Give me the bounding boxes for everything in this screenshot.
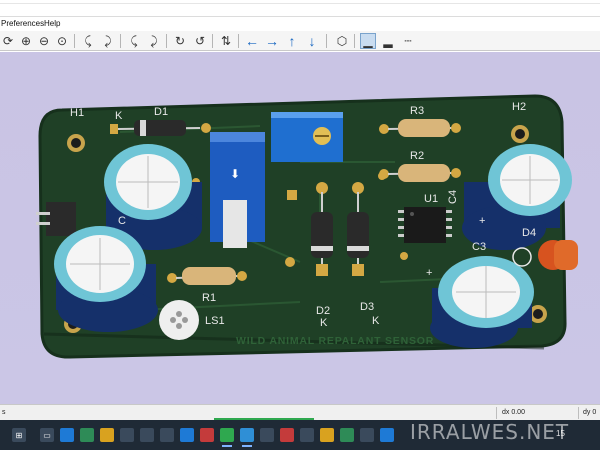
status-dy: dy 0 bbox=[583, 409, 597, 416]
label-d1: D1 bbox=[154, 106, 168, 118]
toolbar-separator bbox=[120, 34, 121, 48]
zoom-out-icon[interactable]: ⊖ bbox=[36, 33, 52, 49]
view-flat-icon[interactable]: ▂ bbox=[380, 33, 396, 49]
menu-bar: Preferences Help bbox=[0, 17, 600, 31]
pan-left-icon[interactable]: ← bbox=[244, 33, 260, 49]
app-icon[interactable] bbox=[260, 428, 274, 442]
rotate-y-cw-icon[interactable]: ⤹ bbox=[126, 33, 142, 49]
toolbar-separator bbox=[166, 34, 167, 48]
label-r3: R3 bbox=[410, 105, 424, 117]
ic-u1 bbox=[398, 207, 452, 243]
label-k-d2: K bbox=[320, 317, 328, 329]
buzzer-ls1 bbox=[159, 300, 199, 340]
potentiometer bbox=[271, 112, 343, 162]
label-d3: D3 bbox=[360, 301, 374, 313]
app-icon[interactable] bbox=[80, 428, 94, 442]
status-bar: s dx 0.00 dy 0 bbox=[0, 404, 600, 421]
kicad-taskbar-icon[interactable] bbox=[220, 428, 234, 447]
status-divider bbox=[496, 407, 497, 419]
3d-viewport[interactable]: ⬇ H1 H2 K D1 R3 R2 U1 C4 C3 D4 C R1 LS1 … bbox=[0, 52, 600, 404]
board-silkscreen-title: WILD ANIMAL REPALANT SENSOR bbox=[236, 335, 434, 347]
status-divider bbox=[578, 407, 579, 419]
app-icon[interactable] bbox=[120, 428, 134, 442]
kicad-3d-viewer-window: Preferences Help ⟳ ⊕ ⊖ ⊙ ⤹ ⤸ ⤹ ⤸ ↻ ↺ ⇅ ←… bbox=[0, 0, 600, 450]
refresh-icon[interactable]: ⟳ bbox=[0, 33, 16, 49]
rotate-x-ccw-icon[interactable]: ⤸ bbox=[100, 33, 116, 49]
rotate-z-cw-icon[interactable]: ↻ bbox=[172, 33, 188, 49]
menu-help[interactable]: Help bbox=[44, 19, 60, 28]
label-plus-c4: + bbox=[479, 215, 485, 227]
label-c-left: C bbox=[118, 215, 126, 227]
kicad-taskbar-icon[interactable] bbox=[240, 428, 254, 447]
label-c4: C4 bbox=[447, 190, 459, 204]
toolbar-separator bbox=[354, 34, 355, 48]
toolbar-separator bbox=[326, 34, 327, 48]
app-icon[interactable] bbox=[320, 428, 334, 442]
pcb-3d-render: ⬇ H1 H2 K D1 R3 R2 U1 C4 C3 D4 C R1 LS1 … bbox=[36, 94, 578, 359]
top-rule bbox=[0, 3, 600, 4]
status-left: s bbox=[2, 409, 6, 416]
label-h1: H1 bbox=[70, 107, 84, 119]
app-icon[interactable] bbox=[360, 428, 374, 442]
pan-up-icon[interactable]: ↑ bbox=[284, 33, 300, 49]
pan-down-icon[interactable]: ↓ bbox=[304, 33, 320, 49]
zoom-in-icon[interactable]: ⊕ bbox=[18, 33, 34, 49]
rotate-x-cw-icon[interactable]: ⤹ bbox=[80, 33, 96, 49]
label-d2: D2 bbox=[316, 305, 330, 317]
orthographic-icon[interactable]: ⬡ bbox=[334, 33, 350, 49]
view-realistic-icon[interactable]: ▁ bbox=[360, 33, 376, 49]
task-view-icon[interactable]: ▭ bbox=[40, 428, 54, 442]
pan-right-icon[interactable]: → bbox=[264, 33, 280, 49]
label-r2: R2 bbox=[410, 150, 424, 162]
label-d4: D4 bbox=[522, 227, 536, 239]
label-u1: U1 bbox=[424, 193, 438, 205]
status-dx: dx 0.00 bbox=[502, 409, 525, 416]
label-c3: C3 bbox=[472, 241, 486, 253]
toolbar-separator bbox=[238, 34, 239, 48]
app-icon[interactable] bbox=[300, 428, 314, 442]
toolbar-separator bbox=[212, 34, 213, 48]
window-top-strip bbox=[0, 0, 600, 17]
zoom-fit-icon[interactable]: ⊙ bbox=[54, 33, 70, 49]
app-icon[interactable] bbox=[200, 428, 214, 442]
flip-board-icon[interactable]: ⇅ bbox=[218, 33, 234, 49]
label-r1: R1 bbox=[202, 292, 216, 304]
main-toolbar: ⟳ ⊕ ⊖ ⊙ ⤹ ⤸ ⤹ ⤸ ↻ ↺ ⇅ ← → ↑ ↓ ⬡ ▁ ▂ ┄ bbox=[0, 31, 600, 51]
toolbar-separator bbox=[74, 34, 75, 48]
rotate-y-ccw-icon[interactable]: ⤸ bbox=[146, 33, 162, 49]
app-icon[interactable] bbox=[180, 428, 194, 442]
mounting-hole-h1 bbox=[67, 134, 85, 152]
label-h2: H2 bbox=[512, 101, 526, 113]
label-k-d3: K bbox=[372, 315, 380, 327]
app-icon[interactable] bbox=[140, 428, 154, 442]
label-plus-c3: + bbox=[426, 267, 432, 279]
app-icon[interactable] bbox=[380, 428, 394, 442]
relay: ⬇ bbox=[210, 132, 265, 248]
label-k-top: K bbox=[115, 110, 123, 122]
folder-icon[interactable] bbox=[100, 428, 114, 442]
label-ls1: LS1 bbox=[205, 315, 225, 327]
svg-text:⬇: ⬇ bbox=[230, 167, 240, 181]
watermark-text: IRRALWES.NET bbox=[410, 420, 570, 444]
app-icon[interactable] bbox=[280, 428, 294, 442]
rotate-z-ccw-icon[interactable]: ↺ bbox=[192, 33, 208, 49]
app-icon[interactable] bbox=[60, 428, 74, 442]
app-icon[interactable] bbox=[160, 428, 174, 442]
mounting-hole-h2 bbox=[511, 125, 529, 143]
start-icon[interactable]: ⊞ bbox=[12, 428, 26, 442]
app-icon[interactable] bbox=[340, 428, 354, 442]
menu-preferences[interactable]: Preferences bbox=[1, 19, 44, 28]
view-wireframe-icon[interactable]: ┄ bbox=[400, 33, 416, 49]
